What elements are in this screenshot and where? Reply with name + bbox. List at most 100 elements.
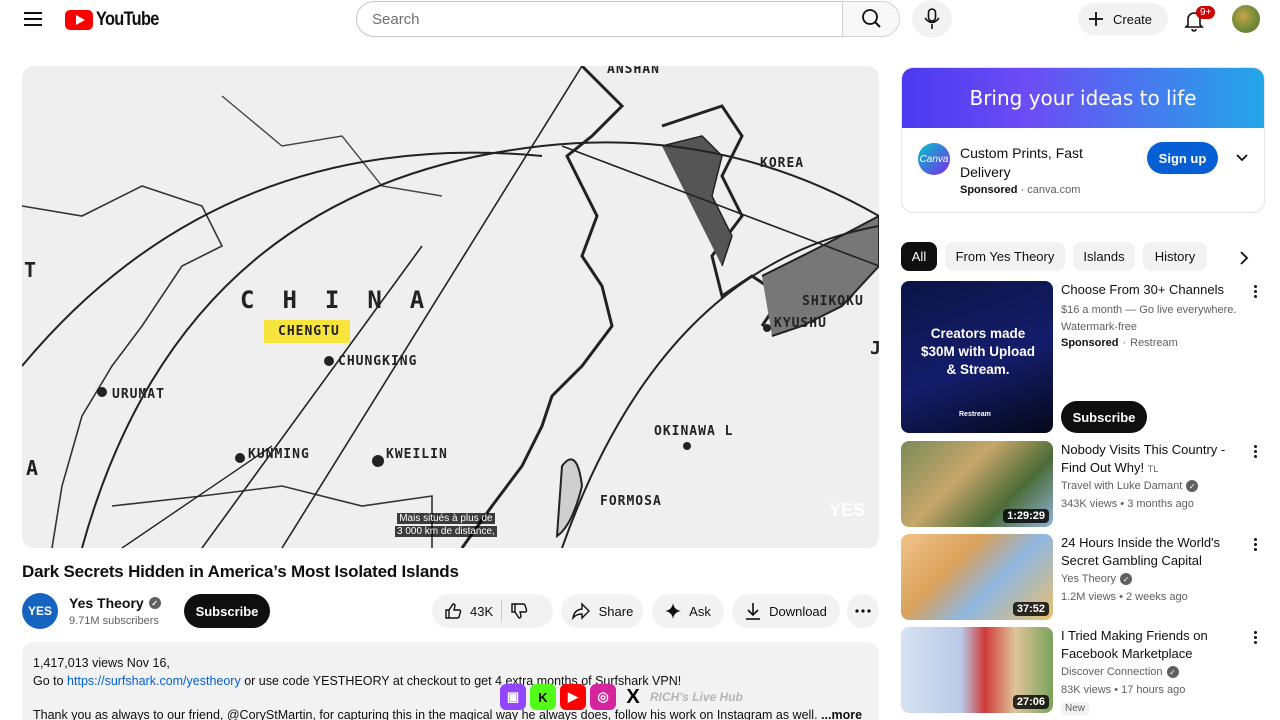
rec-title[interactable]: Nobody Visits This Country - Find Out Wh… — [1061, 441, 1241, 477]
map-label-chungking: CHUNGKING — [338, 354, 418, 369]
create-label: Create — [1113, 11, 1153, 27]
chip-islands[interactable]: Islands — [1073, 242, 1135, 271]
overlay-signature: RICH's Live Hub — [650, 690, 743, 704]
kick-icon: K — [530, 684, 556, 710]
share-label: Share — [598, 603, 634, 619]
x-icon: X — [626, 685, 640, 708]
verified-icon: ✓ — [1186, 480, 1199, 492]
ad-sponsored-label: Sponsored — [960, 184, 1018, 196]
verified-icon: ✓ — [148, 597, 161, 609]
verified-icon: ✓ — [1166, 666, 1179, 678]
map-label-edge-a: A — [26, 456, 40, 480]
map-label-shikoku: SHIKOKU — [802, 294, 864, 309]
rec-new-badge-row: New — [1061, 702, 1090, 715]
share-icon — [571, 602, 590, 620]
menu-icon[interactable] — [20, 8, 46, 30]
ad-title[interactable]: Custom Prints, Fast Delivery — [960, 144, 1120, 182]
ad-signup-button[interactable]: Sign up — [1147, 142, 1218, 174]
subscribe-button[interactable]: Subscribe — [184, 594, 270, 628]
twitch-icon: ▣ — [500, 684, 526, 710]
rec-thumbnail[interactable]: 1:29:29 — [901, 441, 1053, 527]
microphone-icon — [924, 8, 940, 29]
map-label-china: CHINA — [240, 286, 453, 314]
chip-all[interactable]: All — [901, 242, 937, 271]
sidebar-ad[interactable]: Bring your ideas to life Canva Custom Pr… — [901, 67, 1265, 213]
rec-advertiser: Restream — [1130, 337, 1178, 349]
rec-thumbnail[interactable]: Creators made $30M with Upload & Stream.… — [901, 281, 1053, 433]
video-player[interactable]: ANSHAN KOREA CHINA CHENGTU CHUNGKING URU… — [22, 66, 879, 548]
channel-name[interactable]: Yes Theory — [69, 595, 144, 611]
plus-icon — [1089, 12, 1103, 26]
search-icon — [862, 9, 881, 28]
new-badge: New — [1061, 702, 1090, 715]
youtube-icon: ▶ — [560, 684, 586, 710]
description-box[interactable]: 1,417,013 views Nov 16, Go to https://su… — [22, 642, 879, 720]
subtitle-line-1: Mais situés à plus de — [397, 513, 495, 524]
subscriber-count: 9.71M subscribers — [69, 615, 159, 627]
subtitle-line-2: 3 000 km de distance, — [395, 526, 497, 537]
rec-thumbnail[interactable]: 37:52 — [901, 534, 1053, 620]
download-icon — [746, 603, 761, 620]
ad-banner[interactable]: Bring your ideas to life — [902, 68, 1264, 128]
channel-name-row[interactable]: Yes Theory ✓ — [69, 595, 161, 611]
show-more-link[interactable]: ...more — [821, 708, 862, 720]
chevron-right-icon[interactable] — [1233, 247, 1255, 269]
rec-item[interactable]: 1:29:29 Nobody Visits This Country - Fin… — [901, 441, 1265, 527]
rec-channel[interactable]: Travel with Luke Damant ✓ — [1061, 480, 1199, 492]
logo-text: YouTube — [96, 9, 159, 30]
notifications-badge: 9+ — [1196, 6, 1216, 19]
map-label-okinawa: OKINAWA L — [654, 424, 734, 439]
map-label-chengtu: CHENGTU — [264, 320, 350, 343]
channel-avatar[interactable]: YES — [22, 593, 58, 629]
rec-item[interactable]: 37:52 24 Hours Inside the World's Secret… — [901, 534, 1265, 620]
rec-meta: 1.2M views • 2 weeks ago — [1061, 591, 1188, 603]
rec-thumbnail[interactable]: 27:06 — [901, 627, 1053, 713]
map-label-kunming: KUNMING — [248, 447, 310, 462]
like-button[interactable]: 43K — [432, 602, 493, 620]
sponsor-link[interactable]: https://surfshark.com/yestheory — [67, 674, 241, 688]
share-button[interactable]: Share — [561, 594, 643, 628]
more-vert-icon[interactable] — [1249, 283, 1261, 301]
duration-badge: 37:52 — [1012, 602, 1049, 616]
chevron-down-icon[interactable] — [1232, 148, 1252, 168]
map-label-formosa: FORMOSA — [600, 494, 662, 509]
voice-search-button[interactable] — [912, 0, 952, 38]
rec-item-restream-ad[interactable]: Creators made $30M with Upload & Stream.… — [901, 281, 1265, 436]
map-label-edge-j: J — [870, 338, 879, 359]
account-avatar[interactable] — [1232, 5, 1260, 33]
rec-channel-name: Discover Connection — [1061, 666, 1163, 678]
rec-channel-name: Travel with Luke Damant — [1061, 480, 1183, 492]
more-horizontal-icon — [855, 609, 871, 613]
like-dislike-group: 43K — [432, 594, 553, 628]
download-button[interactable]: Download — [732, 594, 840, 628]
search-input[interactable] — [357, 2, 842, 36]
channel-watermark[interactable]: YES — [829, 500, 865, 521]
dislike-button[interactable] — [510, 602, 528, 620]
rec-meta: 343K views • 3 months ago — [1061, 498, 1194, 510]
ask-button[interactable]: Ask — [652, 594, 724, 628]
rec-channel[interactable]: Yes Theory ✓ — [1061, 573, 1133, 585]
rec-title[interactable]: Choose From 30+ Channels — [1061, 281, 1241, 299]
rec-title[interactable]: I Tried Making Friends on Facebook Marke… — [1061, 627, 1241, 663]
chip-history[interactable]: History — [1143, 242, 1207, 271]
search-button[interactable] — [842, 1, 900, 37]
more-vert-icon[interactable] — [1249, 536, 1261, 554]
youtube-logo[interactable]: YouTube — [65, 9, 169, 31]
more-actions-button[interactable] — [847, 594, 879, 628]
more-vert-icon[interactable] — [1249, 629, 1261, 647]
rec-dot: · — [1122, 337, 1127, 349]
ad-domain: canva.com — [1027, 184, 1081, 196]
rec-channel[interactable]: Discover Connection ✓ — [1061, 666, 1179, 678]
duration-badge: 27:06 — [1012, 695, 1049, 709]
create-button[interactable]: Create — [1078, 3, 1168, 35]
rec-subscribe-button[interactable]: Subscribe — [1061, 401, 1147, 433]
masthead: YouTube Create 9+ — [0, 0, 1280, 38]
view-count-date: 1,417,013 views Nov 16, — [33, 656, 170, 670]
rec-item[interactable]: 27:06 I Tried Making Friends on Facebook… — [901, 627, 1265, 715]
rec-meta: 83K views • 17 hours ago — [1061, 684, 1186, 696]
more-vert-icon[interactable] — [1249, 443, 1261, 461]
chip-from-yes-theory[interactable]: From Yes Theory — [945, 242, 1065, 271]
rec-title[interactable]: 24 Hours Inside the World's Secret Gambl… — [1061, 534, 1241, 570]
rec-ad-sponsor: Sponsored · Restream — [1061, 337, 1178, 349]
map-label-kweilin: KWEILIN — [386, 447, 448, 462]
